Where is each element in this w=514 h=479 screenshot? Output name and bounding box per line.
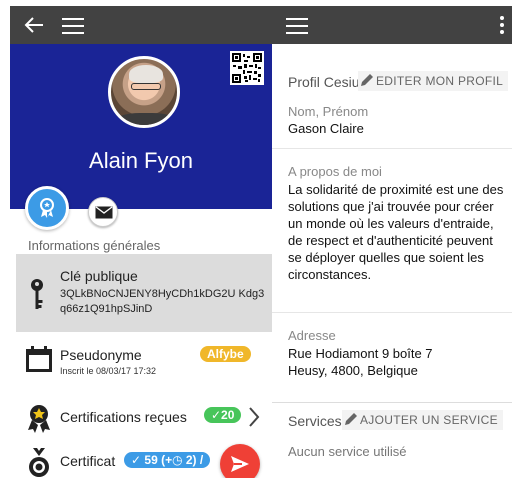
medal-icon	[29, 448, 49, 477]
more-vert-icon[interactable]	[500, 16, 504, 36]
profile-name: Alain Fyon	[89, 148, 193, 173]
avatar	[108, 56, 180, 128]
right-toolbar	[272, 6, 512, 44]
key-icon	[31, 279, 43, 309]
calendar-icon	[26, 346, 52, 372]
certifications-sent-count: ✓ 59 (+◷ 2) /	[124, 452, 211, 468]
mail-icon	[95, 206, 113, 219]
message-button[interactable]	[88, 197, 118, 227]
certification-icon	[40, 198, 54, 218]
hamburger-menu-icon[interactable]	[62, 18, 84, 34]
name-label: Nom, Prénom	[288, 104, 369, 119]
public-key-label: Clé publique	[60, 268, 138, 284]
certifications-received-label: Certifications reçues	[60, 409, 187, 425]
pseudonym-badge: Alfybe	[200, 346, 251, 362]
address-line2: Heusy, 4800, Belgique	[288, 363, 418, 378]
divider	[272, 312, 512, 313]
pencil-icon	[345, 413, 357, 425]
about-label: A propos de moi	[288, 164, 382, 179]
general-info-title: Informations générales	[28, 238, 161, 253]
pseudonym-item: Pseudonyme Inscrit le 08/03/17 17:32 Alf…	[10, 338, 272, 384]
profile-section-header: Profil Cesium+ EDITER MON PROFIL	[272, 64, 512, 100]
chevron-right-icon	[249, 407, 260, 427]
identity-panel: Alain Fyon Informations générales Clé pu…	[10, 6, 272, 478]
address-label: Adresse	[288, 328, 336, 343]
certifications-received-item[interactable]: Certifications reçues ✓20	[10, 398, 272, 444]
edit-profile-button[interactable]: EDITER MON PROFIL	[358, 71, 509, 91]
name-value: Gason Claire	[288, 121, 364, 136]
send-icon	[231, 456, 249, 472]
profile-panel: Profil Cesium+ EDITER MON PROFIL Nom, Pr…	[272, 6, 512, 478]
divider	[272, 148, 512, 149]
certify-button[interactable]	[25, 186, 69, 230]
registration-date: Inscrit le 08/03/17 17:32	[60, 366, 157, 376]
pseudonym-label: Pseudonyme	[60, 347, 142, 363]
back-arrow-icon[interactable]	[24, 16, 44, 34]
hamburger-menu-icon[interactable]	[286, 18, 308, 34]
edit-profile-label: EDITER MON PROFIL	[376, 74, 504, 88]
services-section-header: Services en ligne AJOUTER UN SERVICE	[272, 402, 512, 438]
qr-code-icon[interactable]	[230, 51, 264, 85]
certifications-sent-label: Certificat	[60, 453, 116, 469]
send-money-button[interactable]	[220, 444, 260, 478]
medal-icon	[28, 405, 50, 433]
certifications-received-count: ✓20	[204, 407, 242, 423]
add-service-label: AJOUTER UN SERVICE	[360, 413, 498, 427]
pencil-icon	[361, 74, 373, 86]
profile-header: Alain Fyon	[10, 44, 272, 209]
public-key-value: 3QLkBNoCNJENY8HyCDh1kDG2U Kdg3q66z1Q91hp…	[60, 288, 265, 315]
add-service-button[interactable]: AJOUTER UN SERVICE	[342, 410, 503, 430]
address-line1: Rue Hodiamont 9 boîte 7	[288, 346, 433, 361]
about-value: La solidarité de proximité est une des s…	[288, 182, 504, 282]
left-toolbar	[10, 6, 272, 44]
public-key-item[interactable]: Clé publique 3QLkBNoCNJENY8HyCDh1kDG2U K…	[16, 254, 272, 332]
no-service-text: Aucun service utilisé	[288, 444, 407, 459]
